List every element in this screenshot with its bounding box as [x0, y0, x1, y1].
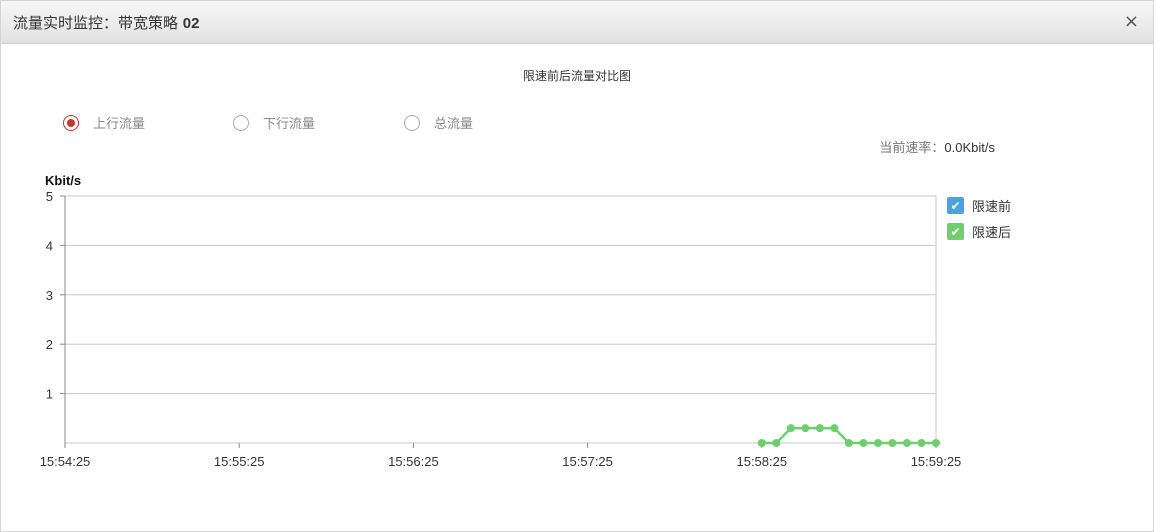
checkbox-icon[interactable]: ✔ [947, 197, 964, 214]
legend-after-limit-label: 限速后 [972, 226, 1012, 241]
plot-area-border [64, 195, 937, 444]
data-point [772, 439, 781, 447]
radio-total[interactable]: 总流量 [404, 113, 473, 132]
close-icon[interactable]: × [1124, 11, 1139, 32]
legend-after-limit[interactable]: ✔ 限速后 [947, 222, 1011, 241]
data-point [932, 439, 940, 447]
x-tick-label: 15:57:25 [562, 454, 613, 469]
data-point [902, 439, 911, 447]
y-axis-label: Kbit/s [45, 173, 81, 188]
data-point [757, 439, 766, 447]
data-point [917, 439, 926, 447]
dialog-title-text: 流量实时监控：带宽策略 [13, 14, 183, 32]
radio-upstream[interactable]: 上行流量 [63, 113, 145, 132]
current-rate: 当前速率：0.0Kbit/s [879, 137, 995, 156]
dialog-title: 流量实时监控：带宽策略 02 [13, 12, 199, 33]
y-tick-label: 3 [46, 288, 53, 303]
radio-downstream[interactable]: 下行流量 [233, 113, 315, 132]
current-rate-value: 0.0Kbit/s [944, 140, 995, 155]
dialog-titlebar: 流量实时监控：带宽策略 02 × [1, 1, 1153, 44]
y-tick-label: 1 [46, 387, 53, 402]
data-point [859, 439, 868, 447]
data-point [888, 439, 897, 447]
x-tick-label: 15:59:25 [911, 454, 962, 469]
x-tick-label: 15:56:25 [388, 454, 439, 469]
data-point [873, 439, 882, 447]
x-tick-label: 15:58:25 [736, 454, 787, 469]
data-point [830, 424, 839, 433]
data-point [844, 439, 853, 447]
x-tick-label: 15:55:25 [214, 454, 265, 469]
data-point [801, 424, 810, 433]
legend-before-limit-label: 限速前 [972, 200, 1012, 215]
current-rate-label: 当前速率： [879, 141, 945, 156]
data-point [815, 424, 824, 433]
x-tick-label: 15:54:25 [40, 454, 91, 469]
y-tick-label: 4 [46, 238, 53, 253]
radio-total-label: 总流量 [434, 117, 474, 132]
checkbox-icon[interactable]: ✔ [947, 223, 964, 240]
traffic-monitor-dialog: 流量实时监控：带宽策略 02 × 限速前后流量对比图 上行流量 下行流量 总流量… [0, 0, 1154, 532]
dialog-title-policy-number: 02 [182, 15, 200, 32]
chart-title: 限速前后流量对比图 [522, 69, 631, 83]
y-tick-label: 2 [46, 337, 53, 352]
radio-upstream-circle[interactable] [63, 114, 79, 131]
radio-total-circle[interactable] [404, 114, 420, 131]
y-tick-label: 5 [46, 189, 53, 204]
radio-downstream-label: 下行流量 [263, 117, 316, 132]
radio-downstream-circle[interactable] [233, 114, 249, 131]
legend-before-limit[interactable]: ✔ 限速前 [947, 196, 1011, 215]
radio-upstream-label: 上行流量 [93, 117, 146, 132]
data-point [786, 424, 795, 433]
